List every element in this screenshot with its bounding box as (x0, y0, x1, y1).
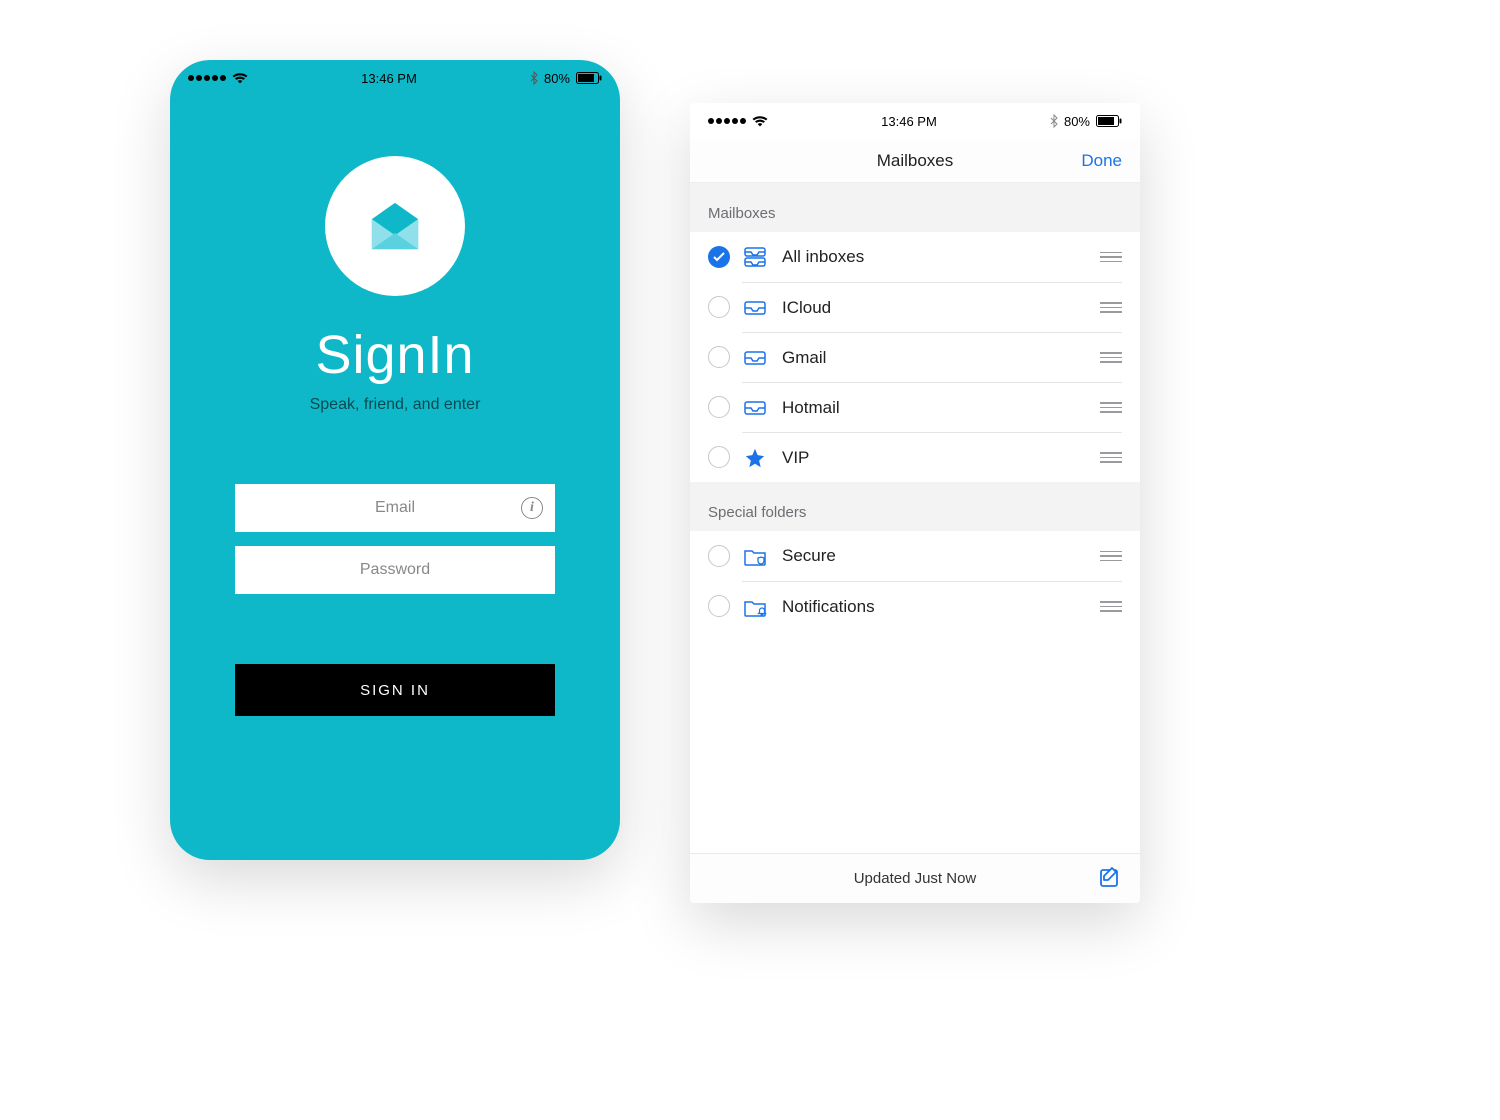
star-icon (742, 447, 768, 469)
password-field[interactable] (235, 546, 555, 594)
radio-unchecked[interactable] (708, 296, 730, 318)
password-field-wrapper (235, 546, 555, 594)
special-folders-list: Secure Notifications (690, 531, 1140, 631)
folder-shield-icon (742, 546, 768, 566)
status-bar: 13:46 PM 80% (690, 103, 1140, 139)
signin-tagline: Speak, friend, and enter (310, 396, 481, 414)
inbox-icon (742, 401, 768, 415)
update-status: Updated Just Now (854, 870, 977, 887)
radio-unchecked[interactable] (708, 545, 730, 567)
checkmark-icon[interactable] (708, 246, 730, 268)
drag-handle-icon[interactable] (1100, 551, 1122, 562)
drag-handle-icon[interactable] (1100, 252, 1122, 263)
drag-handle-icon[interactable] (1100, 402, 1122, 413)
wifi-icon (232, 72, 248, 84)
bluetooth-icon (530, 71, 538, 85)
bottom-toolbar: Updated Just Now (690, 853, 1140, 903)
mailbox-row-gmail[interactable]: Gmail (690, 332, 1140, 382)
info-icon[interactable]: i (521, 497, 543, 519)
folder-row-secure[interactable]: Secure (690, 531, 1140, 581)
folder-bell-icon (742, 597, 768, 617)
inbox-icon (742, 351, 768, 365)
mailbox-label: ICloud (782, 298, 1100, 318)
mailbox-label: All inboxes (782, 247, 1100, 267)
signin-button[interactable]: SIGN IN (235, 664, 555, 716)
signin-title: SignIn (315, 324, 474, 386)
nav-bar: Mailboxes Done (690, 139, 1140, 183)
radio-unchecked[interactable] (708, 446, 730, 468)
compose-button[interactable] (1098, 865, 1122, 893)
status-bar: 13:46 PM 80% (170, 60, 620, 96)
drag-handle-icon[interactable] (1100, 352, 1122, 363)
drag-handle-icon[interactable] (1100, 302, 1122, 313)
mailbox-row-all-inboxes[interactable]: All inboxes (690, 232, 1140, 282)
open-envelope-icon (358, 189, 432, 263)
folder-row-notifications[interactable]: Notifications (690, 581, 1140, 631)
app-logo (325, 156, 465, 296)
section-header-mailboxes: Mailboxes (690, 183, 1140, 232)
nav-title: Mailboxes (877, 151, 954, 171)
drag-handle-icon[interactable] (1100, 452, 1122, 463)
folder-label: Notifications (782, 597, 1100, 617)
mailbox-row-vip[interactable]: VIP (690, 432, 1140, 482)
inbox-stack-icon (742, 247, 768, 267)
status-time: 13:46 PM (361, 71, 417, 86)
radio-unchecked[interactable] (708, 595, 730, 617)
section-header-special: Special folders (690, 482, 1140, 531)
signin-screen: 13:46 PM 80% SignIn Speak, friend, and e… (170, 60, 620, 860)
folder-label: Secure (782, 546, 1100, 566)
mailbox-row-icloud[interactable]: ICloud (690, 282, 1140, 332)
email-field-wrapper: i (235, 484, 555, 532)
battery-percent: 80% (544, 71, 570, 86)
mailbox-row-hotmail[interactable]: Hotmail (690, 382, 1140, 432)
battery-icon (1096, 115, 1122, 127)
radio-unchecked[interactable] (708, 396, 730, 418)
inbox-icon (742, 301, 768, 315)
done-button[interactable]: Done (1081, 151, 1122, 171)
signal-dots-icon (708, 118, 746, 124)
battery-percent: 80% (1064, 114, 1090, 129)
spacer (690, 631, 1140, 853)
email-field[interactable] (235, 484, 555, 532)
drag-handle-icon[interactable] (1100, 601, 1122, 612)
mailbox-label: VIP (782, 448, 1100, 468)
mailboxes-list: All inboxes ICloud Gmail (690, 232, 1140, 482)
mailbox-label: Gmail (782, 348, 1100, 368)
compose-icon (1098, 865, 1122, 889)
signal-dots-icon (188, 75, 226, 81)
mailbox-label: Hotmail (782, 398, 1100, 418)
radio-unchecked[interactable] (708, 346, 730, 368)
status-time: 13:46 PM (881, 114, 937, 129)
wifi-icon (752, 115, 768, 127)
mailboxes-screen: 13:46 PM 80% Mailboxes Done Mailboxes Al (690, 103, 1140, 903)
battery-icon (576, 72, 602, 84)
bluetooth-icon (1050, 114, 1058, 128)
